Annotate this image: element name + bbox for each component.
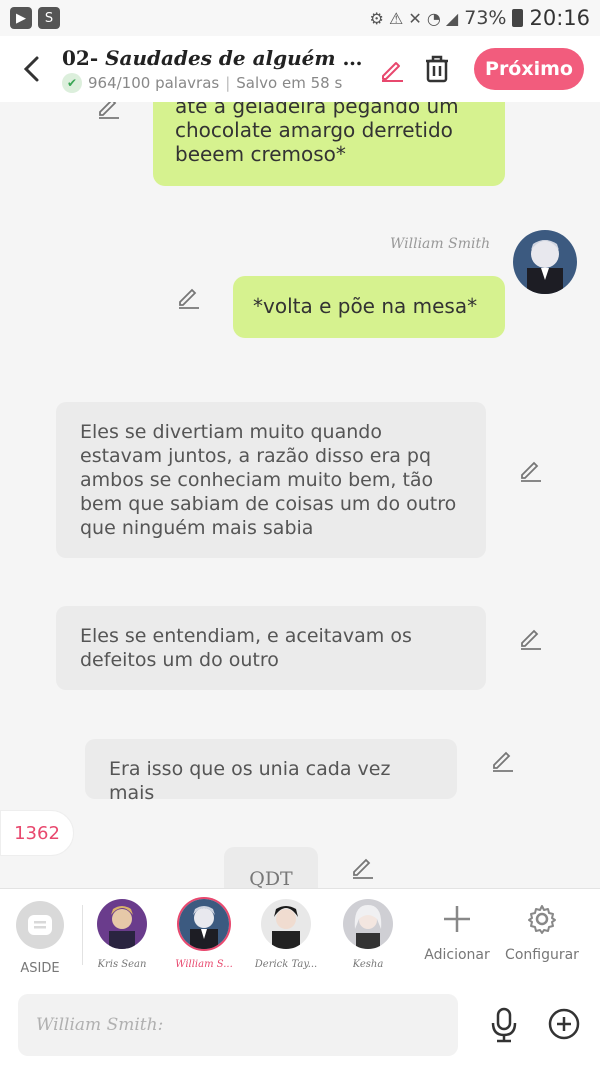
chat-area[interactable]: até a geladeira pegando um chocolate ama… bbox=[0, 102, 600, 888]
user-message[interactable]: até a geladeira pegando um chocolate ama… bbox=[153, 102, 505, 186]
clock: 20:16 bbox=[529, 6, 590, 30]
pencil-icon bbox=[382, 62, 403, 82]
avatar bbox=[97, 899, 147, 949]
microphone-icon bbox=[491, 1007, 517, 1043]
avatar-image bbox=[513, 230, 577, 294]
edit-title-button[interactable] bbox=[372, 56, 412, 82]
avatar bbox=[261, 899, 311, 949]
character-william-smith[interactable]: William S... bbox=[169, 899, 239, 970]
chevron-left-icon bbox=[23, 56, 39, 82]
back-button[interactable] bbox=[0, 36, 62, 102]
aside-icon bbox=[16, 901, 64, 949]
plus-circle-icon bbox=[548, 1008, 580, 1040]
message-text: até a geladeira pegando um chocolate ama… bbox=[175, 102, 459, 166]
character-kesha[interactable]: Kesha bbox=[333, 899, 403, 970]
character-name: Kris Sean bbox=[97, 959, 147, 970]
character-derick[interactable]: Derick Tay... bbox=[251, 899, 321, 970]
character-name: Kesha bbox=[352, 959, 384, 970]
plus-icon bbox=[442, 901, 472, 937]
edit-message-icon[interactable] bbox=[518, 457, 544, 483]
status-bar: ▶ S ⚙ ⚠ ✕ ◔ ◢ 73% 20:16 bbox=[0, 0, 600, 36]
narration-message[interactable]: Eles se entendiam, e aceitavam os defeit… bbox=[56, 606, 486, 690]
character-name: William S... bbox=[175, 959, 233, 970]
editor-header: 02- Saudades de alguém desco... ✔ 964/10… bbox=[0, 36, 600, 102]
check-icon: ✔ bbox=[62, 72, 82, 93]
message-text: Eles se divertiam muito quando estavam j… bbox=[80, 421, 457, 539]
title-block: 02- Saudades de alguém desco... ✔ 964/10… bbox=[62, 46, 372, 93]
chapter-number: 02- bbox=[62, 45, 99, 70]
separator: | bbox=[225, 73, 231, 92]
aside-label: ASIDE bbox=[20, 961, 60, 976]
input-bar bbox=[0, 982, 600, 1067]
message-text: *volta e põe na mesa* bbox=[253, 294, 478, 318]
message-author: William Smith bbox=[390, 236, 491, 252]
chapter-title: Saudades de alguém desco... bbox=[105, 45, 372, 70]
edit-message-icon[interactable] bbox=[350, 854, 376, 880]
message-text: Eles se entendiam, e aceitavam os defeit… bbox=[80, 625, 412, 671]
add-character-button[interactable]: Adicionar bbox=[412, 901, 502, 963]
word-count: 964/100 palavras bbox=[88, 73, 220, 92]
message-input[interactable] bbox=[18, 994, 458, 1056]
configure-button[interactable]: Configurar bbox=[497, 901, 587, 963]
gear-icon bbox=[526, 901, 558, 937]
narration-message[interactable]: Eles se divertiam muito quando estavam j… bbox=[56, 402, 486, 558]
narration-message[interactable]: QDT bbox=[224, 847, 318, 888]
character-kris-sean[interactable]: Kris Sean bbox=[87, 899, 157, 970]
battery-icon bbox=[512, 9, 524, 27]
page-title[interactable]: 02- Saudades de alguém desco... bbox=[62, 46, 372, 70]
message-count-badge[interactable]: 1362 bbox=[0, 810, 74, 856]
narration-message[interactable]: Era isso que os unia cada vez mais bbox=[85, 739, 457, 804]
save-status: Salvo em 58 s bbox=[236, 73, 343, 92]
next-button[interactable]: Próximo bbox=[474, 48, 584, 90]
configure-label: Configurar bbox=[505, 947, 579, 963]
add-media-button[interactable] bbox=[546, 1006, 582, 1042]
user-message[interactable]: *volta e põe na mesa* bbox=[233, 276, 505, 338]
edit-message-icon[interactable] bbox=[176, 284, 202, 310]
add-label: Adicionar bbox=[424, 947, 490, 963]
divider bbox=[82, 905, 83, 965]
trash-icon bbox=[426, 55, 448, 83]
edit-message-icon[interactable] bbox=[96, 102, 122, 120]
notification-icons: ⚙ ⚠ ✕ ◔ ◢ bbox=[369, 8, 459, 28]
avatar bbox=[179, 899, 229, 949]
microphone-button[interactable] bbox=[486, 1004, 522, 1046]
aside-button[interactable]: ASIDE bbox=[14, 901, 66, 976]
delete-button[interactable] bbox=[412, 54, 462, 84]
message-text: Era isso que os unia cada vez mais bbox=[109, 758, 391, 804]
avatar bbox=[343, 899, 393, 949]
avatar[interactable] bbox=[513, 230, 577, 294]
edit-message-icon[interactable] bbox=[490, 747, 516, 773]
save-status-line: ✔ 964/100 palavras | Salvo em 58 s bbox=[62, 72, 372, 93]
edit-message-icon[interactable] bbox=[518, 625, 544, 651]
character-name: Derick Tay... bbox=[254, 959, 318, 970]
character-bar: ASIDE Kris Sean William S... Derick Tay.… bbox=[0, 888, 600, 982]
battery-percent: 73% bbox=[464, 7, 507, 29]
play-store-icon: ▶ bbox=[10, 7, 32, 29]
message-text: QDT bbox=[249, 868, 293, 888]
shazam-icon: S bbox=[38, 7, 60, 29]
